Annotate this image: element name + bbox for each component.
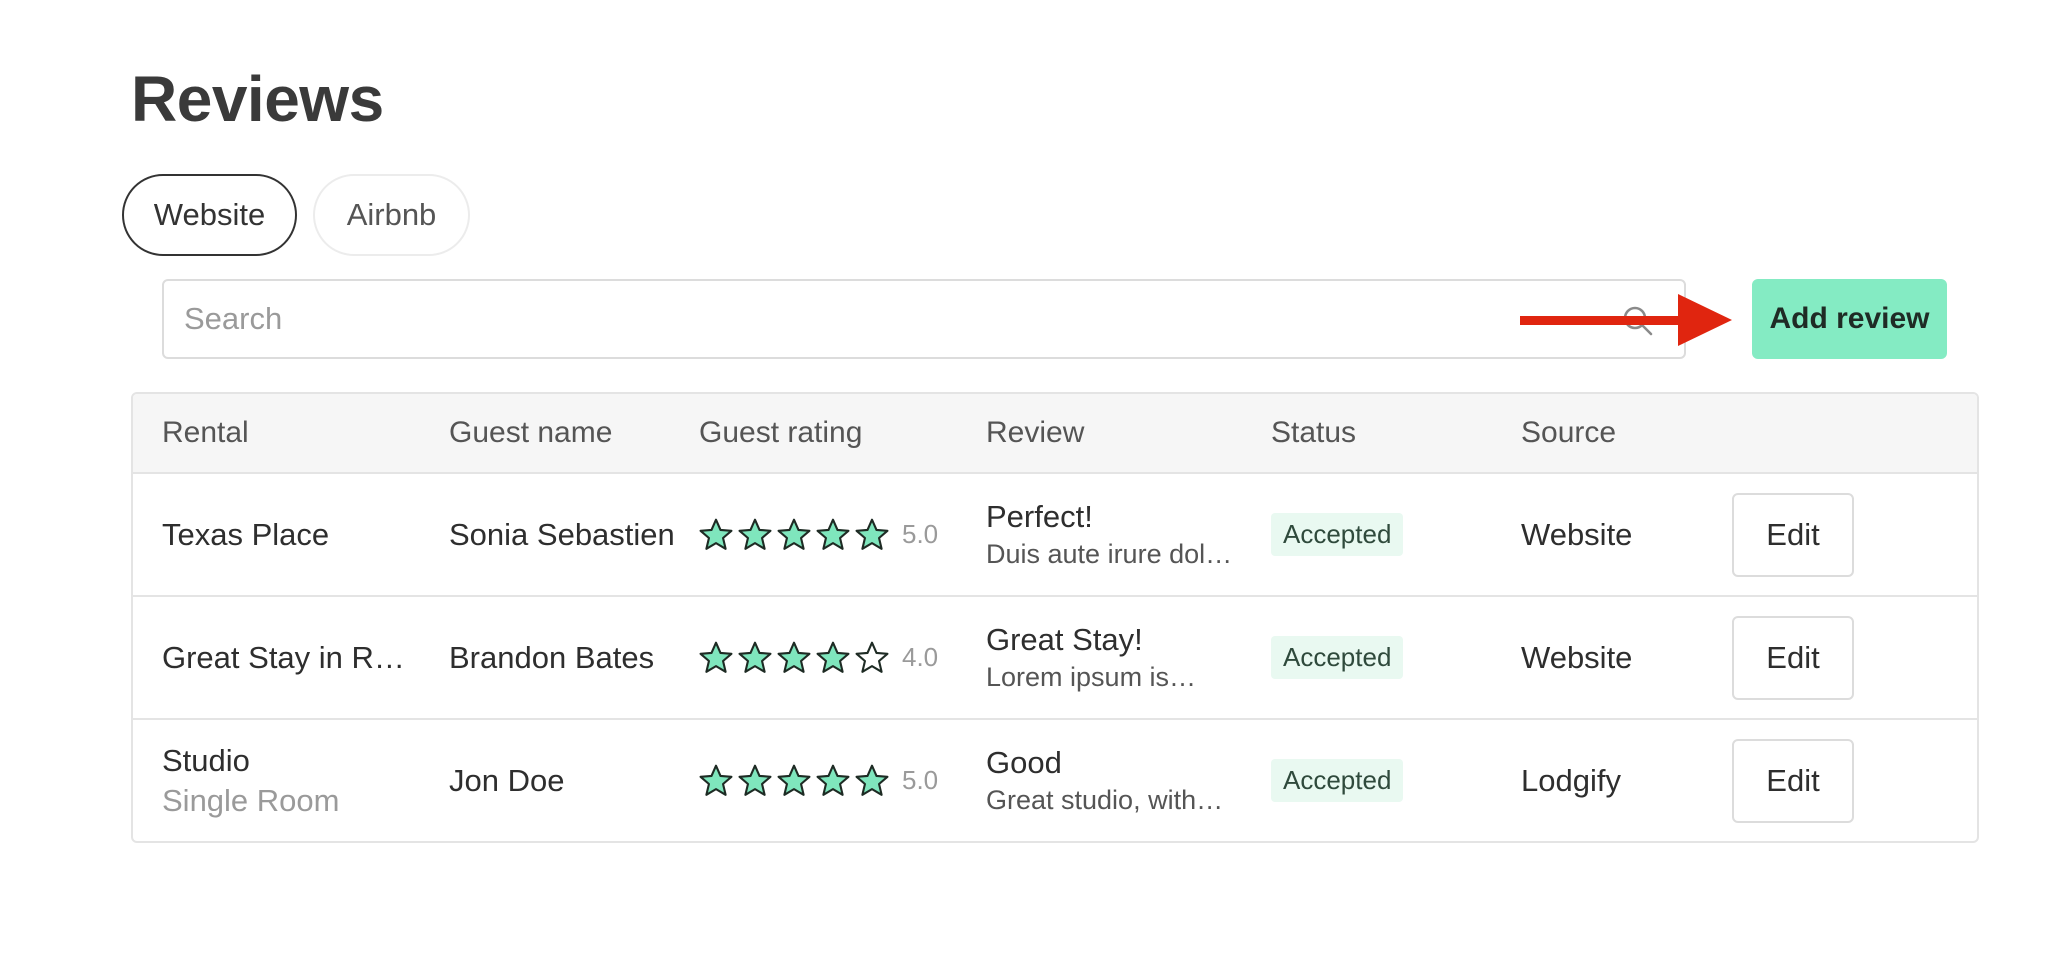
rental-cell: Texas Place <box>162 474 422 595</box>
table-header: Rental Guest name Guest rating Review St… <box>133 394 1977 472</box>
source-cell: Website <box>1521 516 1633 552</box>
review-title: Perfect! <box>986 499 1093 534</box>
rating-value: 4.0 <box>902 642 939 672</box>
search-input[interactable] <box>164 281 1684 357</box>
star-filled-icon <box>699 641 733 673</box>
rental-name: Great Stay in Re… <box>162 639 422 675</box>
rental-cell: Studio Single Room <box>162 720 422 841</box>
action-cell: Edit <box>1732 597 1872 718</box>
star-filled-icon <box>777 641 811 673</box>
rental-subtitle: Single Room <box>162 782 340 818</box>
action-cell: Edit <box>1732 720 1872 841</box>
source-cell: Lodgify <box>1521 762 1621 798</box>
review-cell: Good Great studio, with… <box>986 720 1246 841</box>
rental-name: Texas Place <box>162 516 330 552</box>
review-title: Good <box>986 745 1062 780</box>
source-tabs: Website Airbnb <box>122 174 470 256</box>
rental-name: Studio <box>162 742 250 778</box>
guest-name-cell: Jon Doe <box>449 762 565 798</box>
star-filled-icon <box>777 764 811 796</box>
status-cell: Accepted <box>1271 720 1471 841</box>
page-title: Reviews <box>131 63 384 135</box>
star-filled-icon <box>738 641 772 673</box>
star-filled-icon <box>738 518 772 550</box>
guest-rating-cell: 5.0 <box>698 474 958 595</box>
review-snippet: Duis aute irure dol… <box>986 539 1233 569</box>
star-filled-icon <box>816 764 850 796</box>
rating-value: 5.0 <box>902 765 939 795</box>
star-filled-icon <box>738 764 772 796</box>
search-box <box>162 279 1686 359</box>
column-header-rental[interactable]: Rental <box>162 394 422 472</box>
rating-value: 5.0 <box>902 519 939 549</box>
star-filled-icon <box>855 764 889 796</box>
status-badge: Accepted <box>1271 636 1404 679</box>
review-title: Great Stay! <box>986 622 1143 657</box>
action-cell: Edit <box>1732 474 1872 595</box>
column-header-guest-name[interactable]: Guest name <box>449 394 689 472</box>
star-empty-icon <box>855 641 889 673</box>
arrow-right-icon <box>1520 294 1732 346</box>
table-row[interactable]: Great Stay in Re… Brandon Bates 4.0 Grea… <box>133 595 1977 718</box>
edit-button[interactable]: Edit <box>1732 738 1854 823</box>
source-cell: Website <box>1521 639 1633 675</box>
column-header-guest-rating[interactable]: Guest rating <box>699 394 959 472</box>
edit-button[interactable]: Edit <box>1732 492 1854 577</box>
guest-name-cell: Sonia Sebastien <box>449 516 675 552</box>
guest-rating-cell: 5.0 <box>698 720 958 841</box>
review-snippet: Great studio, with… <box>986 785 1224 815</box>
column-header-status[interactable]: Status <box>1271 394 1471 472</box>
status-badge: Accepted <box>1271 759 1404 802</box>
status-cell: Accepted <box>1271 474 1471 595</box>
rental-cell: Great Stay in Re… <box>162 597 422 718</box>
star-rating <box>698 763 890 799</box>
review-cell: Perfect! Duis aute irure dol… <box>986 474 1246 595</box>
star-filled-icon <box>855 518 889 550</box>
guest-rating-cell: 4.0 <box>698 597 958 718</box>
status-badge: Accepted <box>1271 513 1404 556</box>
star-filled-icon <box>699 764 733 796</box>
column-header-source[interactable]: Source <box>1521 394 1721 472</box>
add-review-button[interactable]: Add review <box>1752 279 1947 359</box>
star-filled-icon <box>816 641 850 673</box>
reviews-table: Rental Guest name Guest rating Review St… <box>131 392 1979 843</box>
star-filled-icon <box>816 518 850 550</box>
table-row[interactable]: Studio Single Room Jon Doe 5.0 Good Grea… <box>133 718 1977 841</box>
column-header-review[interactable]: Review <box>986 394 1246 472</box>
tab-website[interactable]: Website <box>122 174 297 256</box>
status-cell: Accepted <box>1271 597 1471 718</box>
star-filled-icon <box>777 518 811 550</box>
table-row[interactable]: Texas Place Sonia Sebastien 5.0 Perfect!… <box>133 472 1977 595</box>
edit-button[interactable]: Edit <box>1732 615 1854 700</box>
guest-name-cell: Brandon Bates <box>449 639 655 675</box>
star-filled-icon <box>699 518 733 550</box>
review-snippet: Lorem ipsum is… <box>986 662 1197 692</box>
tab-airbnb[interactable]: Airbnb <box>313 174 470 256</box>
star-rating <box>698 640 890 676</box>
star-rating <box>698 517 890 553</box>
review-cell: Great Stay! Lorem ipsum is… <box>986 597 1246 718</box>
